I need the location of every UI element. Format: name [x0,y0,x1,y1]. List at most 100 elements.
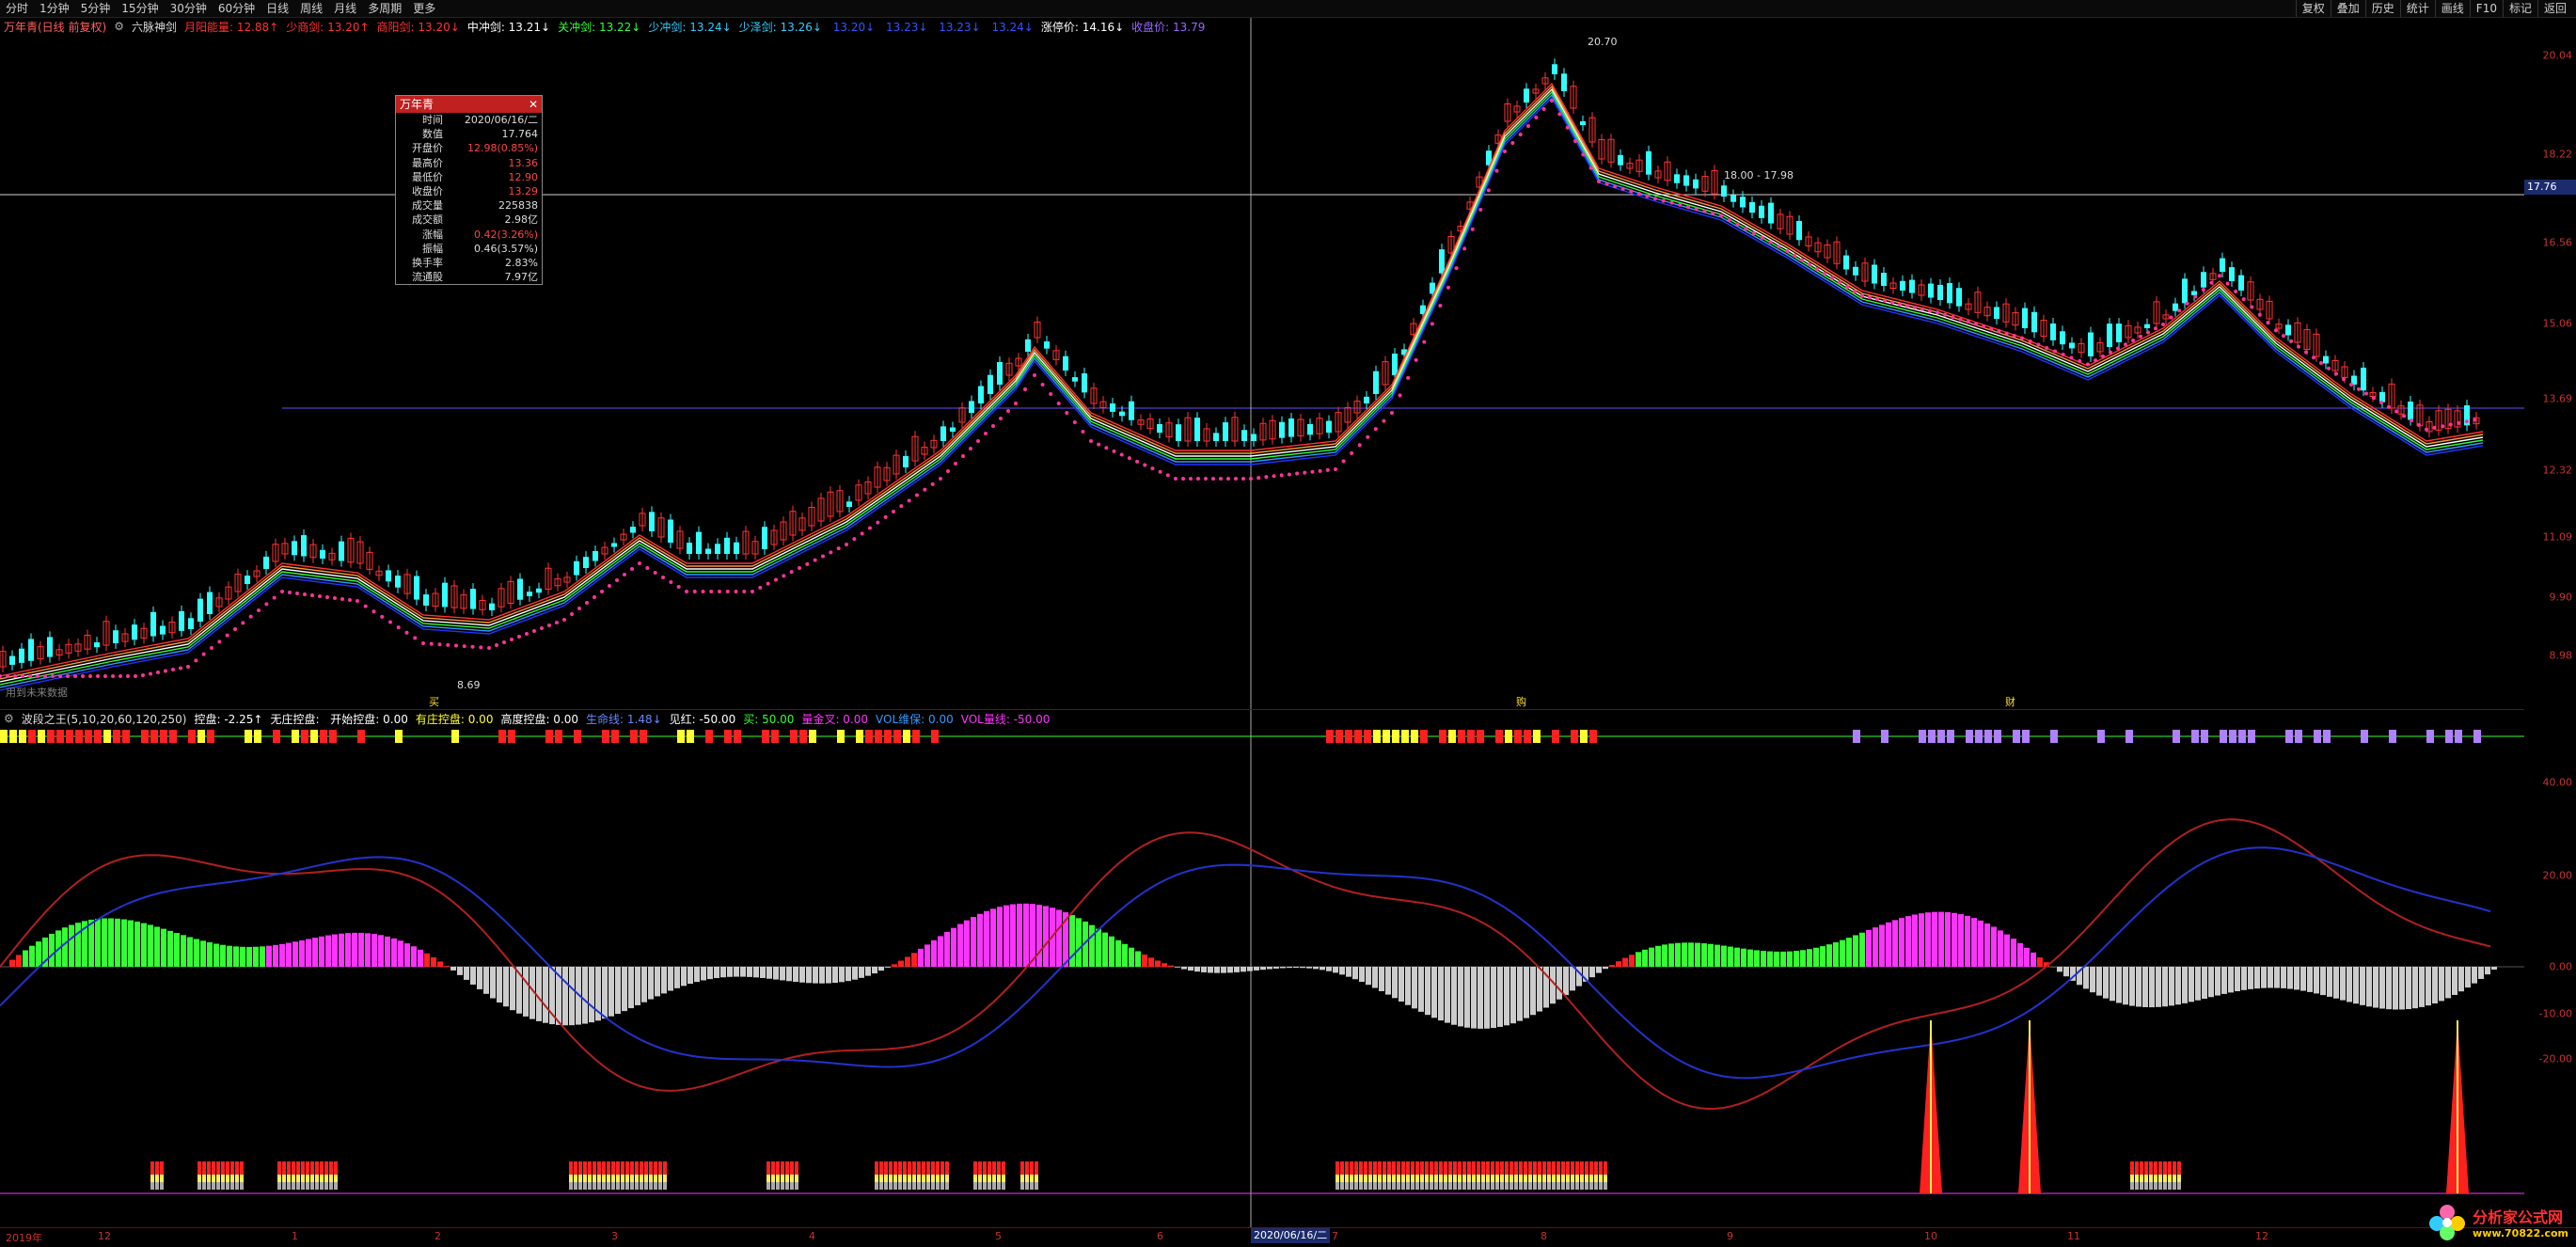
volume-bar [1604,1182,1607,1190]
volume-bar [992,1182,996,1190]
volume-bar [1533,1161,1537,1175]
signal-block [38,730,45,743]
toolbar-button-1[interactable]: 叠加 [2331,0,2365,17]
volume-bar [649,1175,653,1182]
long-ma-dot [210,646,213,650]
long-ma-dot [1573,139,1577,143]
popup-row-2: 开盘价12.98(0.85%) [396,141,542,155]
histogram-bar [1326,967,1332,971]
long-ma-dot [805,562,809,566]
volume-bar [1373,1161,1377,1175]
volume-bar [221,1175,225,1182]
signal-block [1580,730,1588,743]
long-ma-dot [257,608,261,612]
period-10[interactable]: 更多 [407,0,441,17]
volume-bar [1364,1161,1367,1175]
toolbar-button-2[interactable]: 历史 [2365,0,2400,17]
toolbar-button-6[interactable]: 标记 [2503,0,2537,17]
long-ma-dot [976,439,980,443]
toolbar-button-7[interactable]: 返回 [2537,0,2572,17]
period-2[interactable]: 5分钟 [75,0,117,17]
long-ma-dot [1089,439,1093,443]
histogram-bar [332,935,338,967]
volume-bar [898,1182,902,1190]
histogram-bar [2169,967,2174,1005]
long-ma-dot [1478,208,1482,212]
signal-block [1571,730,1578,743]
volume-bar [1025,1182,1029,1190]
volume-bar [992,1161,996,1175]
close-icon[interactable]: ✕ [529,96,538,113]
toolbar-button-0[interactable]: 复权 [2296,0,2331,17]
histogram-bar [431,957,436,967]
indicator-panel[interactable] [0,710,2524,1227]
low-label: 8.69 [457,679,481,691]
histogram-bar [266,946,272,967]
long-ma-dot [2349,383,2353,387]
volume-bar [781,1182,784,1190]
histogram-bar [69,925,74,967]
volume-bar [221,1161,225,1175]
volume-bar [2168,1182,2172,1190]
period-3[interactable]: 15分钟 [116,0,164,17]
volume-bar [315,1182,319,1190]
period-6[interactable]: 日线 [261,0,294,17]
histogram-bar [2110,967,2115,1001]
long-ma-dot [1853,290,1857,293]
volume-bar [160,1182,164,1190]
candle-body [9,656,15,665]
volume-bar [1335,1161,1339,1175]
volume-bar [240,1182,244,1190]
long-ma-dot [1382,419,1385,423]
volume-bar [1444,1175,1447,1182]
date-tick: 10 [1924,1230,1937,1242]
volume-bar [879,1161,883,1175]
long-ma-dot [1334,467,1337,471]
volume-bar [287,1175,291,1182]
signal-block [329,730,337,743]
toolbar-button-3[interactable]: 统计 [2400,0,2435,17]
candle-body [1881,273,1887,286]
long-ma-dot [217,639,221,643]
long-ma-dot [1065,411,1068,415]
period-9[interactable]: 多周期 [362,0,407,17]
period-1[interactable]: 1分钟 [34,0,75,17]
period-5[interactable]: 60分钟 [213,0,261,17]
candle-body [1749,202,1755,213]
toolbar-button-5[interactable]: F10 [2470,0,2503,17]
long-ma-dot [1550,99,1554,103]
date-tick: 12 [98,1230,111,1242]
histogram-bar [9,960,15,967]
toolbar-button-4[interactable]: 画线 [2435,0,2470,17]
long-ma-dot [1446,286,1450,290]
long-ma-dot [1390,411,1394,415]
volume-bar [649,1161,653,1175]
period-4[interactable]: 30分钟 [165,0,213,17]
period-7[interactable]: 周线 [294,0,328,17]
candle-body [2182,278,2188,303]
date-tick: 6 [1157,1230,1163,1242]
histogram-bar [2340,967,2346,1001]
quote-popup[interactable]: 万年青 ✕ 时间2020/06/16/二数值17.764开盘价12.98(0.8… [395,95,543,285]
volume-bar [898,1161,902,1175]
price-tick: 18.22 [2543,149,2573,161]
histogram-bar [1984,923,1990,967]
histogram-bar [246,947,252,967]
long-ma-dot [1204,477,1208,481]
long-ma-dot [1159,470,1162,474]
signal-block [1881,730,1889,743]
kline-panel[interactable] [0,18,2524,710]
histogram-bar [1859,933,1865,967]
future-data-note: 用到未来数据 [6,685,68,700]
candle-body [2201,272,2206,287]
popup-header[interactable]: 万年青 ✕ [396,96,542,113]
volume-bar [771,1161,775,1175]
candle-body [1025,339,1031,352]
volume-bar [2154,1161,2157,1175]
histogram-bar [1142,955,1147,967]
period-8[interactable]: 月线 [328,0,362,17]
period-0[interactable]: 分时 [0,0,34,17]
long-ma-dot [156,671,160,674]
histogram-bar [194,939,199,967]
histogram-bar [1135,951,1141,967]
